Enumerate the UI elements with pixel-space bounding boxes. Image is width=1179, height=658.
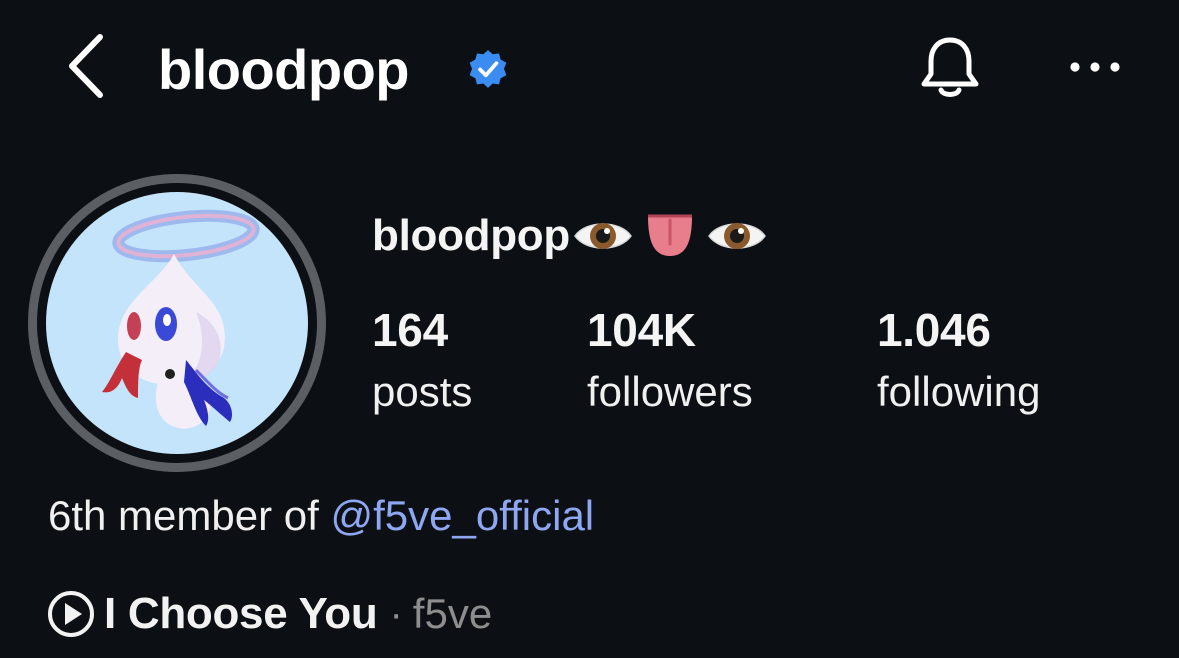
eye-emoji-icon: [574, 223, 632, 249]
profile-music[interactable]: I Choose You · f5ve: [46, 586, 492, 642]
stat-followers[interactable]: 104K followers: [587, 302, 753, 420]
profile-name-text: bloodpop: [372, 211, 570, 260]
stat-label: posts: [372, 368, 473, 415]
notifications-button[interactable]: [910, 28, 990, 108]
eye-emoji-icon: [708, 223, 766, 249]
more-options-button[interactable]: [1060, 44, 1130, 90]
song-title: I Choose You: [104, 589, 378, 638]
stat-value: 104K: [587, 304, 696, 356]
stat-posts[interactable]: 164 posts: [372, 302, 472, 420]
tongue-emoji-icon: [647, 214, 692, 256]
stat-value: 164: [372, 304, 448, 356]
back-button[interactable]: [58, 30, 114, 102]
bio-mention-link[interactable]: @f5ve_official: [330, 492, 594, 539]
bio-text: 6th member of: [48, 492, 331, 539]
play-circle-icon: [48, 591, 94, 637]
stat-following[interactable]: 1.046 following: [877, 302, 1040, 420]
stat-label: following: [877, 368, 1041, 415]
page-title: bloodpop: [158, 38, 410, 101]
bio: 6th member of @f5ve_official: [48, 488, 594, 544]
bell-icon: [921, 37, 979, 97]
avatar-image: [46, 192, 308, 454]
more-horizontal-icon: [1070, 62, 1120, 72]
profile-name: bloodpop: [372, 208, 768, 264]
stat-label: followers: [587, 368, 753, 415]
chevron-left-icon: [69, 34, 103, 98]
stat-value: 1.046: [877, 304, 991, 356]
separator-dot: ·: [389, 592, 403, 636]
song-artist: f5ve: [412, 590, 493, 637]
verified-badge-icon: [469, 50, 507, 88]
avatar[interactable]: [28, 174, 326, 472]
